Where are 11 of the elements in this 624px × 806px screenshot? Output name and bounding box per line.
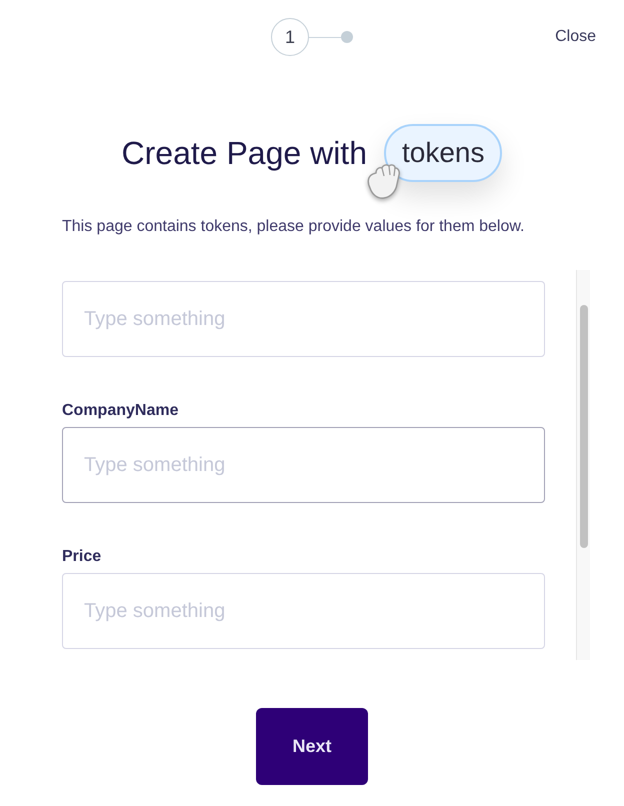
- field-label: Price: [62, 547, 102, 567]
- input-field[interactable]: Type something: [62, 427, 545, 503]
- scrollbar-thumb[interactable]: [580, 305, 588, 548]
- close-link[interactable]: Close: [555, 25, 596, 49]
- input-field[interactable]: Type something: [62, 573, 545, 649]
- input-field[interactable]: Type something: [62, 281, 545, 357]
- next-button[interactable]: Next: [256, 708, 368, 785]
- page-title: Create Page with: [122, 134, 367, 173]
- field-label: CompanyName: [62, 401, 180, 421]
- token-pill: tokens: [384, 124, 502, 182]
- subtitle-text: This page contains tokens, please provide values for them below.: [61, 217, 526, 237]
